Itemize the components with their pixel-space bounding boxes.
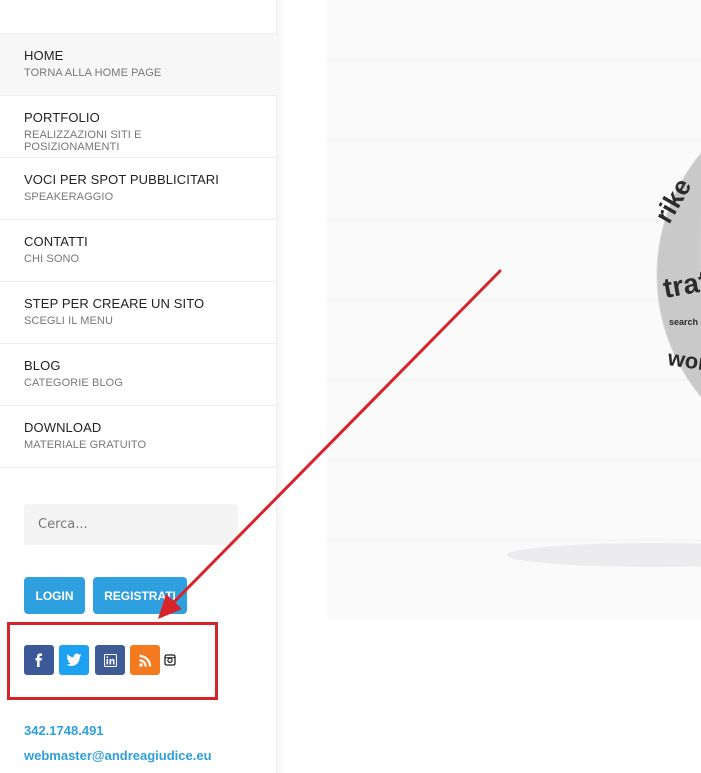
menu-item-blog[interactable]: BLOG CATEGORIE BLOG xyxy=(0,344,277,406)
hero-word: search e xyxy=(669,317,701,327)
search-input[interactable] xyxy=(24,504,238,545)
menu-item-subtitle: TORNA ALLA HOME PAGE xyxy=(24,67,162,79)
annotation-highlight-box xyxy=(7,622,218,700)
menu-item-subtitle: REALIZZAZIONI SITI E POSIZIONAMENTI xyxy=(24,129,142,153)
menu-item-step[interactable]: STEP PER CREARE UN SITO SCEGLI IL MENU xyxy=(0,282,277,344)
menu-item-subtitle: CATEGORIE BLOG xyxy=(24,377,123,389)
menu-item-title: VOCI PER SPOT PUBBLICITARI xyxy=(24,172,219,187)
menu-item-title: STEP PER CREARE UN SITO xyxy=(24,296,205,311)
menu-item-home[interactable]: HOME TORNA ALLA HOME PAGE xyxy=(0,34,277,96)
sidebar-shadow xyxy=(277,0,285,773)
menu-item-subtitle: SCEGLI IL MENU xyxy=(24,315,114,327)
menu-item-portfolio[interactable]: PORTFOLIO REALIZZAZIONI SITI E POSIZIONA… xyxy=(0,96,277,158)
menu-item-title: PORTFOLIO xyxy=(24,110,100,125)
register-button[interactable]: REGISTRATI xyxy=(93,577,187,614)
menu-item-title: BLOG xyxy=(24,358,61,373)
menu-item-subtitle: MATERIALE GRATUITO xyxy=(24,439,147,451)
menu-item-subtitle: SPEAKERAGGIO xyxy=(24,191,114,203)
main-menu: HOME TORNA ALLA HOME PAGE PORTFOLIO REAL… xyxy=(0,33,277,468)
login-button[interactable]: LOGIN xyxy=(24,577,85,614)
hero-background: rike traf search e wor xyxy=(327,59,701,567)
menu-item-title: DOWNLOAD xyxy=(24,420,102,435)
hero-word: wor xyxy=(665,345,701,375)
menu-item-title: HOME xyxy=(24,48,64,63)
phone-link[interactable]: 342.1748.491 xyxy=(24,723,104,738)
menu-item-voci-spot[interactable]: VOCI PER SPOT PUBBLICITARI SPEAKERAGGIO xyxy=(0,158,277,220)
menu-item-contatti[interactable]: CONTATTI CHI SONO xyxy=(0,220,277,282)
email-link[interactable]: webmaster@andreagiudice.eu xyxy=(24,748,212,763)
menu-item-subtitle: CHI SONO xyxy=(24,253,80,265)
hero-image: rike traf search e wor xyxy=(327,0,701,620)
menu-item-title: CONTATTI xyxy=(24,234,88,249)
menu-item-download[interactable]: DOWNLOAD MATERIALE GRATUITO xyxy=(0,406,277,468)
page: rike traf search e wor HOME TORNA ALLA H… xyxy=(0,0,701,773)
